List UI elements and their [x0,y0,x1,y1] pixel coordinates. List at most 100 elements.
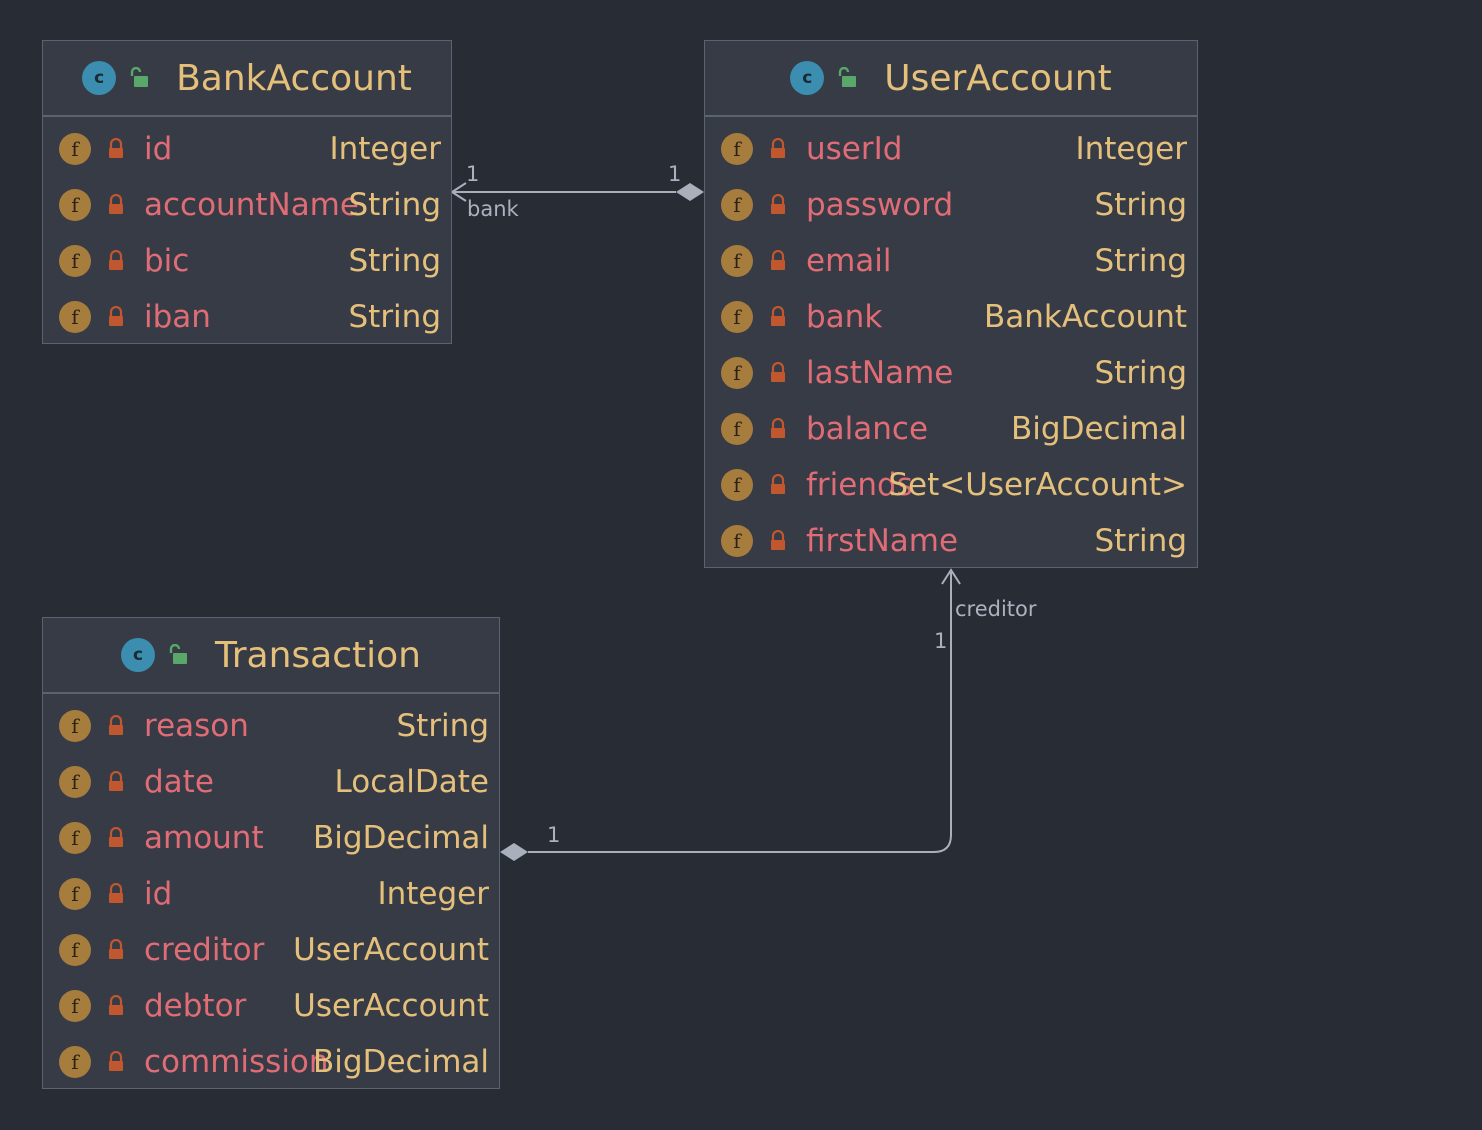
lock-icon [771,362,785,382]
field-name: email [806,243,892,279]
field-row-reason[interactable]: f reason String [43,698,499,754]
field-f-icon: f [59,934,91,966]
field-row-firstName[interactable]: f firstName String [705,513,1197,569]
field-type: BigDecimal [313,820,489,856]
field-list: f reason String f date LocalDate f amount BigDec… [43,694,499,1090]
field-row-accountName[interactable]: f accountName String [43,177,451,233]
composition-diamond-icon [500,843,528,861]
open-lock-icon [169,644,188,664]
field-type: BankAccount [983,299,1187,335]
field-type: UserAccount [293,932,489,968]
field-row-lastName[interactable]: f lastName String [705,345,1197,401]
field-f-icon: f [59,189,91,221]
lock-icon [109,1051,123,1071]
lock-icon [771,418,785,438]
field-f-icon: f [59,710,91,742]
class-header: c Transaction [43,618,499,694]
field-row-creditor[interactable]: f creditor UserAccount [43,922,499,978]
class-header: c UserAccount [705,41,1197,117]
field-name: firstName [806,523,959,559]
field-type: String [1094,187,1187,223]
field-row-debtor[interactable]: f debtor UserAccount [43,978,499,1034]
field-type: String [396,708,489,744]
field-row-balance[interactable]: f balance BigDecimal [705,401,1197,457]
field-f-icon: f [59,301,91,333]
lock-icon [109,771,123,791]
field-type: BigDecimal [313,1044,489,1080]
field-row-id[interactable]: f id Integer [43,121,451,177]
creditor-role-label: creditor [955,597,1037,621]
field-list: f id Integer f accountName String f bic String f i… [43,117,451,345]
field-name: amount [144,820,264,856]
field-name: password [806,187,954,223]
field-name: balance [806,411,929,447]
field-name: debtor [144,988,247,1024]
class-c-icon: c [121,638,156,672]
field-f-icon: f [59,1046,91,1078]
lock-icon [109,306,123,326]
field-type: Integer [377,876,489,912]
class-box-transaction[interactable]: c Transaction f reason String f date LocalDat… [42,617,500,1089]
field-f-icon: f [721,357,753,389]
field-type: LocalDate [334,764,489,800]
class-header: c BankAccount [43,41,451,117]
field-type: Integer [329,131,441,167]
field-f-icon: f [59,245,91,277]
field-f-icon: f [59,822,91,854]
field-f-icon: f [59,990,91,1022]
creditor-relation-line[interactable] [500,568,961,861]
field-name: id [144,876,173,912]
field-row-date[interactable]: f date LocalDate [43,754,499,810]
bank-source-multiplicity: 1 [466,162,480,186]
field-list: f userId Integer f password String f email Strin… [705,117,1197,569]
lock-icon [109,715,123,735]
field-type: String [348,187,441,223]
class-box-useraccount[interactable]: c UserAccount f userId Integer f password Str… [704,40,1198,568]
field-name: bic [144,243,190,279]
field-row-id[interactable]: f id Integer [43,866,499,922]
field-type: BigDecimal [1011,411,1187,447]
class-box-bankaccount[interactable]: c BankAccount f id Integer f accountName Stri… [42,40,452,344]
field-name: creditor [144,932,265,968]
class-c-icon: c [790,61,825,95]
field-name: reason [144,708,249,744]
field-f-icon: f [721,245,753,277]
class-title: BankAccount [176,57,412,99]
field-f-icon: f [721,189,753,221]
field-row-bank[interactable]: f bank BankAccount [705,289,1197,345]
field-f-icon: f [721,413,753,445]
field-f-icon: f [721,525,753,557]
field-row-iban[interactable]: f iban String [43,289,451,345]
field-row-commission[interactable]: f commission BigDecimal [43,1034,499,1090]
lock-icon [109,883,123,903]
field-row-password[interactable]: f password String [705,177,1197,233]
field-name: commission [144,1044,329,1080]
field-row-bic[interactable]: f bic String [43,233,451,289]
field-row-userId[interactable]: f userId Integer [705,121,1197,177]
field-row-friends[interactable]: f friends Set<UserAccount> [705,457,1197,513]
field-f-icon: f [721,469,753,501]
lock-icon [109,939,123,959]
bank-target-multiplicity: 1 [668,162,682,186]
field-row-email[interactable]: f email String [705,233,1197,289]
field-name: bank [806,299,883,335]
field-type: String [348,299,441,335]
field-name: id [144,131,173,167]
field-name: iban [144,299,211,335]
lock-icon [771,250,785,270]
field-f-icon: f [721,133,753,165]
creditor-target-multiplicity: 1 [934,629,948,653]
lock-icon [771,194,785,214]
field-type: String [348,243,441,279]
lock-icon [109,250,123,270]
open-lock-icon [130,67,149,87]
field-row-amount[interactable]: f amount BigDecimal [43,810,499,866]
field-name: userId [806,131,903,167]
field-name: accountName [144,187,359,223]
lock-icon [109,995,123,1015]
field-f-icon: f [59,766,91,798]
open-lock-icon [839,67,857,87]
lock-icon [771,474,785,494]
class-title: Transaction [215,634,421,676]
class-c-icon: c [82,61,117,95]
